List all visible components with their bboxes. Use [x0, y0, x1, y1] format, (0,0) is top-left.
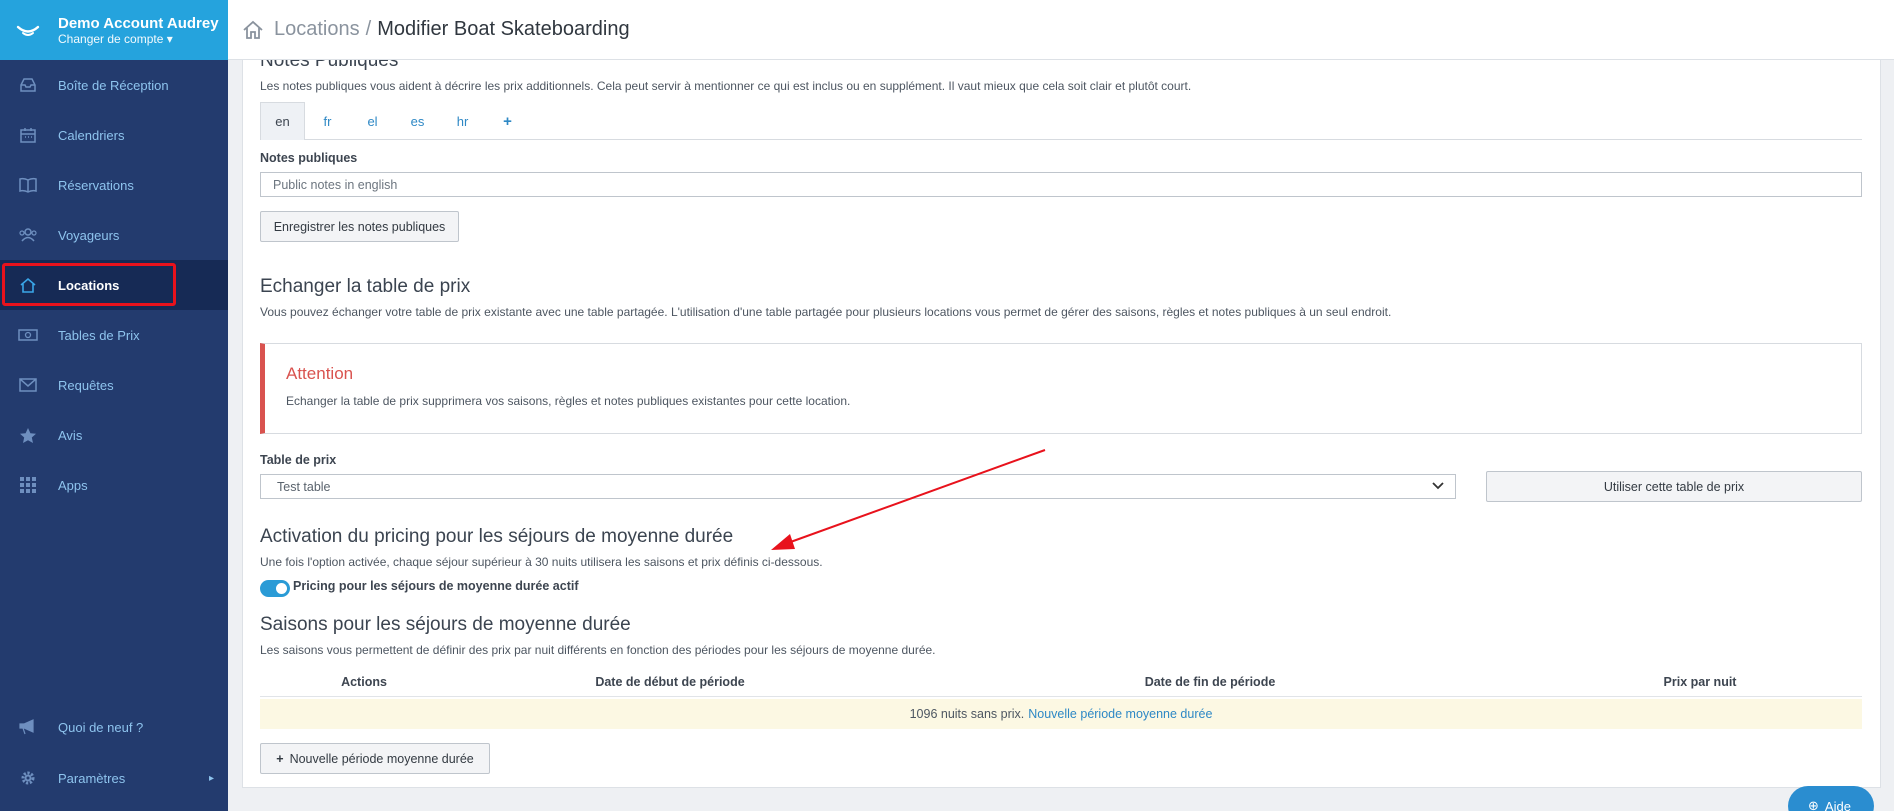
sidebar-item-apps[interactable]: Apps [0, 460, 228, 510]
alert-title: Attention [286, 364, 354, 383]
help-button[interactable]: ⊕ Aide [1788, 786, 1874, 811]
price-table-label: Table de prix [260, 453, 337, 467]
exchange-help: Vous pouvez échanger votre table de prix… [260, 305, 1392, 319]
inbox-icon [18, 75, 38, 95]
medium-stay-toggle[interactable] [260, 580, 290, 597]
empty-text: 1096 nuits sans prix. [909, 707, 1025, 721]
sidebar-item-price-tables[interactable]: Tables de Prix [0, 310, 228, 360]
sidebar-item-label: Paramètres [58, 770, 126, 786]
use-price-table-button[interactable]: Utiliser cette table de prix [1486, 471, 1862, 502]
tab-lang-es[interactable]: es [395, 102, 440, 140]
sidebar-item-whats-new[interactable]: Quoi de neuf ? [0, 702, 228, 752]
sidebar-item-label: Tables de Prix [58, 327, 140, 343]
sidebar-item-label: Quoi de neuf ? [58, 719, 144, 735]
col-end-date: Date de fin de période [1144, 674, 1276, 689]
sidebar-item-settings[interactable]: Paramètres ▸ [0, 753, 228, 803]
public-notes-heading: Notes Publiques [260, 60, 399, 71]
tab-lang-hr[interactable]: hr [440, 102, 485, 140]
sidebar-item-requests[interactable]: Requêtes [0, 360, 228, 410]
page-title: Modifier Boat Skateboarding [377, 18, 630, 40]
sidebar-item-label: Avis [58, 427, 83, 443]
home-icon[interactable] [242, 19, 264, 41]
sidebar-item-label: Boîte de Réception [58, 77, 169, 93]
account-switcher[interactable]: Demo Account Audrey Changer de compte ▾ [0, 0, 228, 60]
sidebar-item-inbox[interactable]: Boîte de Réception [0, 60, 228, 110]
sidebar-item-reviews[interactable]: Avis [0, 410, 228, 460]
switch-account-link[interactable]: Changer de compte ▾ [58, 32, 219, 46]
book-icon [18, 175, 38, 195]
tab-lang-fr[interactable]: fr [305, 102, 350, 140]
help-button-label: Aide [1824, 798, 1851, 811]
tab-lang-en[interactable]: en [260, 102, 305, 140]
new-period-button-label: Nouvelle période moyenne durée [289, 751, 474, 766]
breadcrumb-separator: / [365, 18, 372, 40]
new-period-link[interactable]: Nouvelle période moyenne durée [1028, 707, 1212, 721]
new-medium-stay-period-button[interactable]: + Nouvelle période moyenne durée [260, 743, 490, 774]
exchange-heading: Echanger la table de prix [260, 276, 471, 297]
plus-icon: + [276, 751, 284, 766]
sidebar-item-reservations[interactable]: Réservations [0, 160, 228, 210]
price-table-select[interactable]: Test table [260, 474, 1456, 499]
star-icon [18, 425, 38, 445]
sidebar-item-calendars[interactable]: Calendriers [0, 110, 228, 160]
col-start-date: Date de début de période [595, 674, 745, 689]
grid-icon [18, 475, 38, 495]
seasons-help: Les saisons vous permettent de définir d… [260, 643, 936, 657]
top-bar: Locations / Modifier Boat Skateboarding [228, 0, 1894, 60]
breadcrumb: Locations / Modifier Boat Skateboarding [274, 18, 630, 41]
seasons-empty-row: 1096 nuits sans prix. Nouvelle période m… [260, 699, 1862, 729]
alert-text: Echanger la table de prix supprimera vos… [286, 394, 851, 408]
sidebar-item-label: Locations [58, 277, 120, 293]
medium-stay-heading: Activation du pricing pour les séjours d… [260, 526, 734, 547]
sidebar-item-label: Voyageurs [58, 227, 120, 243]
globe-icon: ⊕ [1808, 798, 1819, 811]
sidebar-item-label: Requêtes [58, 377, 114, 393]
home-icon [18, 275, 38, 295]
public-notes-label: Notes publiques [260, 151, 358, 165]
save-public-notes-button[interactable]: Enregistrer les notes publiques [260, 211, 459, 242]
seasons-table-header: Actions Date de début de période Date de… [260, 667, 1862, 697]
megaphone-icon [18, 717, 38, 737]
gear-icon [18, 768, 38, 788]
users-icon [18, 225, 38, 245]
tab-lang-el[interactable]: el [350, 102, 395, 140]
add-language-button[interactable]: + [485, 102, 530, 140]
public-notes-help: Les notes publiques vous aident à décrir… [260, 79, 1192, 93]
sidebar-nav: Boîte de Réception Calendriers Réservati… [0, 60, 228, 510]
sidebar: Demo Account Audrey Changer de compte ▾ … [0, 0, 228, 811]
medium-stay-help: Une fois l'option activée, chaque séjour… [260, 555, 823, 569]
seasons-heading: Saisons pour les séjours de moyenne duré… [260, 614, 631, 635]
chevron-right-icon: ▸ [208, 772, 214, 784]
col-price-per-night: Prix par nuit [1663, 674, 1737, 689]
sidebar-item-label: Apps [58, 477, 88, 493]
account-name: Demo Account Audrey [58, 14, 219, 32]
main-panel: Notes Publiques Les notes publiques vous… [242, 60, 1881, 788]
sidebar-item-label: Calendriers [58, 127, 125, 143]
sidebar-item-label: Réservations [58, 177, 134, 193]
breadcrumb-parent[interactable]: Locations [274, 18, 360, 40]
envelope-icon [18, 375, 38, 395]
calendar-icon [18, 125, 38, 145]
money-icon [18, 325, 38, 345]
language-tabs: en fr el es hr + [260, 102, 1862, 140]
col-actions: Actions [341, 674, 387, 689]
logo-icon [16, 25, 40, 36]
caret-down-icon: ▾ [166, 31, 173, 46]
public-notes-input[interactable]: Public notes in english [260, 172, 1862, 197]
price-table-select-value: Test table [277, 479, 331, 494]
chevron-down-icon [1432, 482, 1444, 490]
medium-stay-toggle-label: Pricing pour les séjours de moyenne duré… [293, 579, 579, 593]
sidebar-item-travelers[interactable]: Voyageurs [0, 210, 228, 260]
warning-alert: Attention Echanger la table de prix supp… [260, 343, 1862, 434]
sidebar-item-locations[interactable]: Locations [0, 260, 228, 310]
